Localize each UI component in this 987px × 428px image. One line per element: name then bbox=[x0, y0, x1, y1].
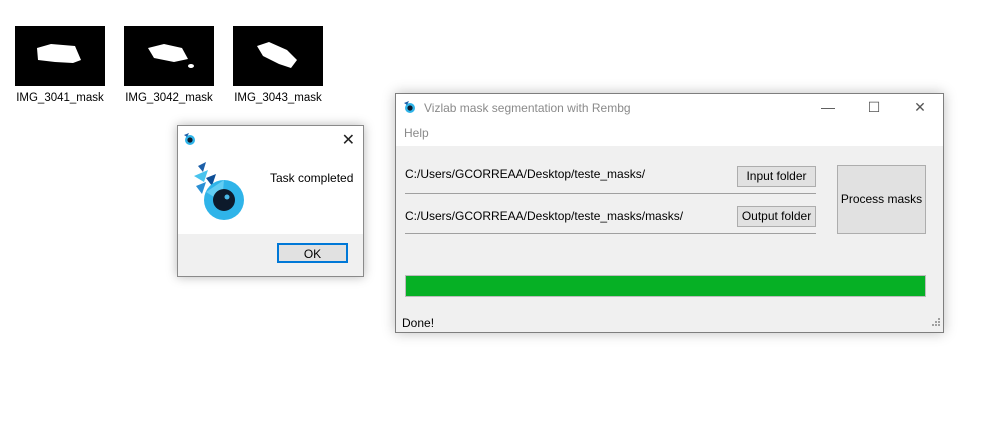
resize-grip-icon[interactable] bbox=[931, 316, 941, 330]
desktop-file-img-3041[interactable]: IMG_3041_mask bbox=[14, 26, 106, 104]
mask-thumbnail bbox=[124, 26, 214, 86]
menu-bar: Help bbox=[396, 122, 943, 146]
desktop-file-img-3043[interactable]: IMG_3043_mask bbox=[232, 26, 324, 104]
file-label: IMG_3043_mask bbox=[234, 92, 322, 104]
divider bbox=[405, 233, 816, 234]
dialog-titlebar[interactable]: ✕ bbox=[178, 126, 363, 154]
task-completed-dialog: ✕ Task completed OK bbox=[177, 125, 364, 277]
eye-logo-icon bbox=[403, 101, 417, 116]
dialog-message: Task completed bbox=[270, 171, 354, 185]
close-button[interactable]: ✕ bbox=[897, 94, 943, 122]
menu-help[interactable]: Help bbox=[404, 126, 429, 140]
window-title: Vizlab mask segmentation with Rembg bbox=[424, 101, 631, 115]
ok-button[interactable]: OK bbox=[277, 243, 348, 263]
divider bbox=[405, 193, 816, 194]
dialog-footer: OK bbox=[178, 234, 363, 276]
output-folder-button[interactable]: Output folder bbox=[737, 206, 816, 227]
mask-thumbnail bbox=[233, 26, 323, 86]
progress-bar bbox=[405, 275, 926, 297]
minimize-button[interactable]: — bbox=[805, 94, 851, 122]
file-label: IMG_3042_mask bbox=[125, 92, 213, 104]
status-label: Done! bbox=[402, 316, 435, 330]
input-folder-button[interactable]: Input folder bbox=[737, 166, 816, 187]
output-path-label: C:/Users/GCORREAA/Desktop/teste_masks/ma… bbox=[405, 209, 684, 223]
mask-thumbnail bbox=[15, 26, 105, 86]
maximize-button[interactable]: ☐ bbox=[851, 94, 897, 122]
dialog-close-button[interactable]: ✕ bbox=[342, 130, 355, 150]
eye-logo-icon bbox=[183, 133, 197, 148]
input-path-label: C:/Users/GCORREAA/Desktop/teste_masks/ bbox=[405, 167, 646, 181]
app-titlebar[interactable]: Vizlab mask segmentation with Rembg — ☐ … bbox=[396, 94, 943, 122]
file-label: IMG_3041_mask bbox=[16, 92, 104, 104]
rembg-app-window: Vizlab mask segmentation with Rembg — ☐ … bbox=[395, 93, 944, 333]
eye-logo-icon bbox=[192, 162, 248, 231]
desktop-file-img-3042[interactable]: IMG_3042_mask bbox=[123, 26, 215, 104]
progress-fill bbox=[406, 276, 925, 296]
process-masks-button[interactable]: Process masks bbox=[837, 165, 926, 234]
